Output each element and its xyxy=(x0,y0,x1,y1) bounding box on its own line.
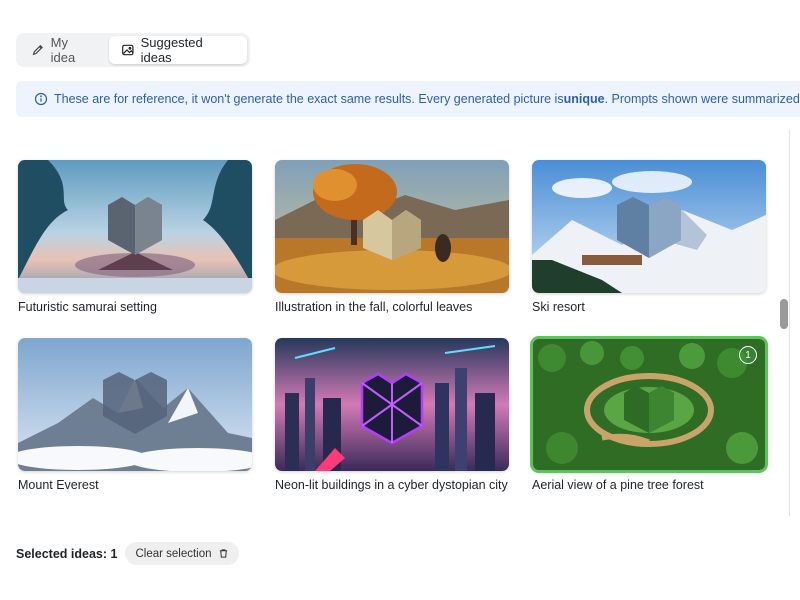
idea-tabs: My idea Suggested ideas xyxy=(16,33,250,67)
previous-row-caption xyxy=(275,124,375,134)
ideas-gallery: Futuristic samurai setting Illustration … xyxy=(0,122,776,516)
previous-row-caption xyxy=(18,124,138,134)
idea-caption: Futuristic samurai setting xyxy=(18,300,157,314)
tab-my-idea-label: My idea xyxy=(50,35,76,65)
tab-my-idea[interactable]: My idea xyxy=(19,35,107,65)
idea-card-pine-forest[interactable]: 1 Aerial view of a pine tree forest xyxy=(530,336,768,493)
idea-card-fall-leaves[interactable]: Illustration in the fall, colorful leave… xyxy=(275,160,509,315)
notice-emphasis: unique xyxy=(563,92,605,106)
idea-caption: Illustration in the fall, colorful leave… xyxy=(275,300,473,314)
idea-card-neon-city[interactable]: Neon-lit buildings in a cyber dystopian … xyxy=(275,338,509,493)
info-notice: These are for reference, it won't genera… xyxy=(16,81,800,117)
idea-image[interactable]: 1 xyxy=(530,336,768,473)
idea-card-futuristic-samurai[interactable]: Futuristic samurai setting xyxy=(18,160,252,315)
idea-image[interactable] xyxy=(18,338,252,471)
idea-caption: Ski resort xyxy=(532,300,585,314)
image-icon xyxy=(122,44,134,56)
idea-card-ski-resort[interactable]: Ski resort xyxy=(532,160,766,315)
selected-ideas-count: Selected ideas: 1 xyxy=(16,546,118,561)
idea-image[interactable] xyxy=(275,338,509,471)
gallery-scrollbar-thumb[interactable] xyxy=(780,299,788,329)
clear-selection-button[interactable]: Clear selection xyxy=(125,542,239,565)
idea-image[interactable] xyxy=(532,160,766,293)
tab-suggested-ideas-label: Suggested ideas xyxy=(140,35,203,65)
idea-caption: Neon-lit buildings in a cyber dystopian … xyxy=(275,478,508,492)
info-icon xyxy=(34,92,48,106)
pencil-icon xyxy=(32,44,43,56)
notice-text-after: . Prompts shown were summarized. xyxy=(604,92,800,106)
tab-suggested-ideas[interactable]: Suggested ideas xyxy=(108,35,247,65)
trash-icon xyxy=(219,549,227,558)
notice-text-before: These are for reference, it won't genera… xyxy=(54,92,564,106)
clear-selection-label: Clear selection xyxy=(135,547,212,560)
previous-row-caption xyxy=(532,124,572,134)
idea-caption: Aerial view of a pine tree forest xyxy=(532,478,704,492)
idea-image[interactable] xyxy=(275,160,509,293)
selection-badge: 1 xyxy=(739,346,757,364)
idea-card-mount-everest[interactable]: Mount Everest xyxy=(18,338,252,493)
idea-caption: Mount Everest xyxy=(18,478,99,492)
idea-image[interactable] xyxy=(18,160,252,293)
selection-footer: Selected ideas: 1 Clear selection xyxy=(16,542,239,565)
scrollbar-line xyxy=(789,130,790,516)
